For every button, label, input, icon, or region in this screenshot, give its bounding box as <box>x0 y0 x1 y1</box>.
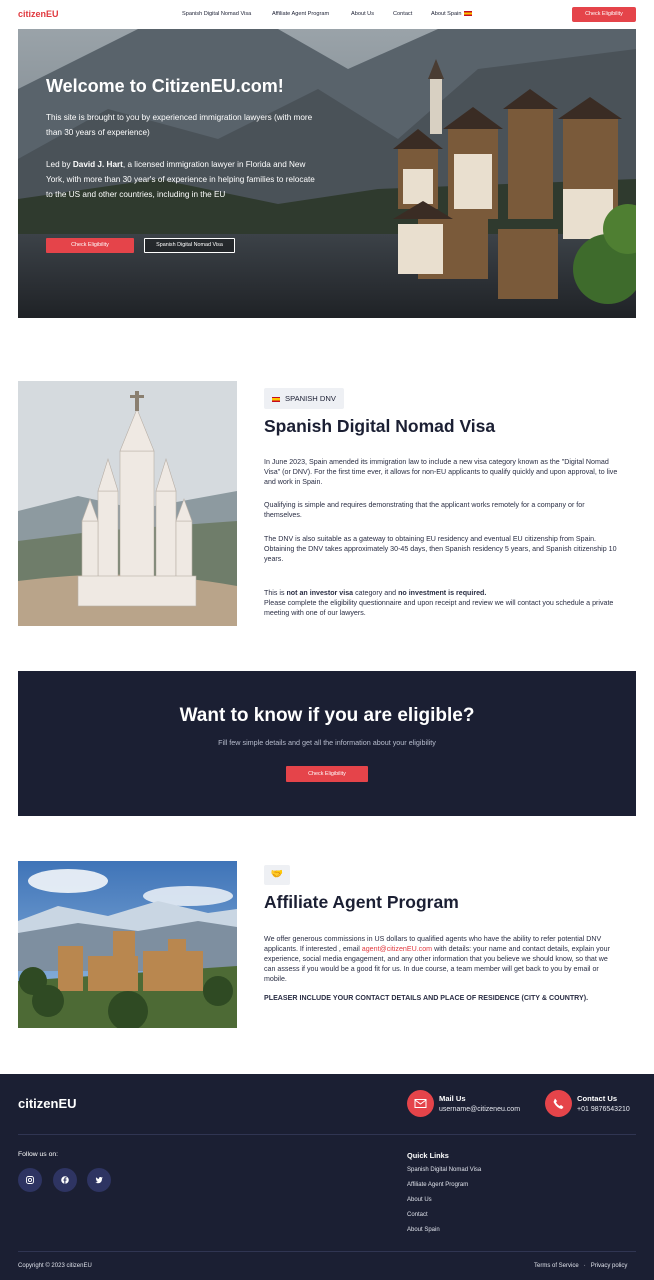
cathedral-illustration <box>18 381 237 626</box>
dnv-p4-bold2: no investment is required. <box>398 589 487 597</box>
nav-link-about-spain-label: About Spain <box>431 11 462 17</box>
cathedral-image <box>18 381 237 626</box>
terms-link[interactable]: Terms of Service <box>534 1263 579 1269</box>
alhambra-illustration <box>18 861 237 1028</box>
dnv-paragraph-1: In June 2023, Spain amended its immigrat… <box>264 458 618 486</box>
privacy-link[interactable]: Privacy policy <box>591 1263 628 1269</box>
dnv-p4-bold1: not an investor visa <box>286 589 354 597</box>
eligibility-banner: Want to know if you are eligible? Fill f… <box>18 671 636 816</box>
nav-link-contact[interactable]: Contact <box>393 11 431 17</box>
mail-icon[interactable] <box>407 1090 434 1117</box>
footer: citizenEU Mail Us username@citizeneu.com… <box>0 1074 654 1280</box>
nav-link-about-spain[interactable]: About Spain <box>431 11 481 17</box>
nav-link-about[interactable]: About Us <box>351 11 393 17</box>
dnv-tag: SPANISH DNV <box>264 388 344 409</box>
footer-divider-bottom <box>18 1251 636 1252</box>
quick-link-contact[interactable]: Contact <box>407 1212 428 1218</box>
dnv-paragraph-4b: Please complete the eligibility question… <box>264 599 614 617</box>
dnv-tag-label: SPANISH DNV <box>285 394 336 403</box>
nav-link-affiliate[interactable]: Affiliate Agent Program <box>272 11 351 17</box>
hero-led-prefix: Led by <box>46 160 73 169</box>
dnv-paragraph-2: Qualifying is simple and requires demons… <box>264 501 585 519</box>
affiliate-email-link[interactable]: agent@citizenEU.com <box>362 945 432 953</box>
hero-title: Welcome to CitizenEU.com! <box>46 76 284 96</box>
dnv-paragraph-3a: The DNV is also suitable as a gateway to… <box>264 535 597 543</box>
hero-check-eligibility-button[interactable]: Check Eligibility <box>46 238 134 253</box>
dnv-paragraph-3b: Obtaining the DNV takes approximately 30… <box>264 545 617 563</box>
quick-links-title: Quick Links <box>407 1151 449 1160</box>
alhambra-image <box>18 861 237 1028</box>
dnv-p4-mid: category and <box>353 589 399 597</box>
mail-us-value[interactable]: username@citizeneu.com <box>439 1106 520 1113</box>
footer-divider-top <box>18 1134 636 1135</box>
phone-icon[interactable] <box>545 1090 572 1117</box>
affiliate-paragraph-1: We offer generous commissions in US doll… <box>264 934 618 984</box>
hero-intro: This site is brought to you by experienc… <box>46 113 313 137</box>
banner-title: Want to know if you are eligible? <box>179 705 475 726</box>
contact-us-value[interactable]: +01 9876543210 <box>577 1106 630 1113</box>
dnv-paragraph-4: This is not an investor visa category an… <box>264 588 618 618</box>
quick-link-about-spain[interactable]: About Spain <box>407 1227 440 1233</box>
flag-spain-icon <box>464 11 473 17</box>
quick-link-about[interactable]: About Us <box>407 1197 432 1203</box>
facebook-icon[interactable] <box>53 1168 77 1192</box>
contact-us-title: Contact Us <box>577 1094 618 1103</box>
legal-separator: · <box>583 1263 586 1269</box>
follow-us-label: Follow us on: <box>18 1151 59 1158</box>
footer-logo[interactable]: citizenEU <box>18 1096 77 1111</box>
copyright-text: Copyright © 2023 citizenEU <box>18 1263 92 1269</box>
nav-links: Spanish Digital Nomad Visa Affiliate Age… <box>182 11 481 17</box>
affiliate-paragraph-2: PLEASER INCLUDE YOUR CONTACT DETAILS AND… <box>264 994 589 1002</box>
hero-led-by: Led by David J. Hart, a licensed immigra… <box>46 157 321 202</box>
dnv-paragraph-3: The DNV is also suitable as a gateway to… <box>264 534 618 564</box>
handshake-icon: 🤝 <box>264 865 290 885</box>
dnv-paragraph-4a: This is not an investor visa category an… <box>264 588 618 598</box>
banner-subtitle: Fill few simple details and get all the … <box>218 738 436 747</box>
quick-link-dnv[interactable]: Spanish Digital Nomad Visa <box>407 1167 481 1173</box>
nav-check-eligibility-button[interactable]: Check Eligibility <box>572 7 636 22</box>
affiliate-title: Affiliate Agent Program <box>264 892 459 912</box>
hero-lawyer-name: David J. Hart <box>72 160 123 169</box>
quick-link-affiliate[interactable]: Affiliate Agent Program <box>407 1182 468 1188</box>
site-logo[interactable]: citizenEU <box>18 9 59 19</box>
banner-check-eligibility-button[interactable]: Check Eligibility <box>286 766 368 782</box>
legal-links: Terms of Service · Privacy policy <box>534 1263 627 1269</box>
dnv-p4-prefix: This is <box>264 589 287 597</box>
hero-section: Welcome to CitizenEU.com! This site is b… <box>18 29 636 318</box>
flag-spain-icon <box>272 396 280 402</box>
twitter-icon[interactable] <box>87 1168 111 1192</box>
mail-us-title: Mail Us <box>439 1094 466 1103</box>
nav-link-dnv[interactable]: Spanish Digital Nomad Visa <box>182 11 272 17</box>
hero-dnv-button[interactable]: Spanish Digital Nomad Visa <box>144 238 235 253</box>
instagram-icon[interactable] <box>18 1168 42 1192</box>
top-nav: citizenEU Spanish Digital Nomad Visa Aff… <box>0 0 654 29</box>
dnv-title: Spanish Digital Nomad Visa <box>264 416 496 436</box>
